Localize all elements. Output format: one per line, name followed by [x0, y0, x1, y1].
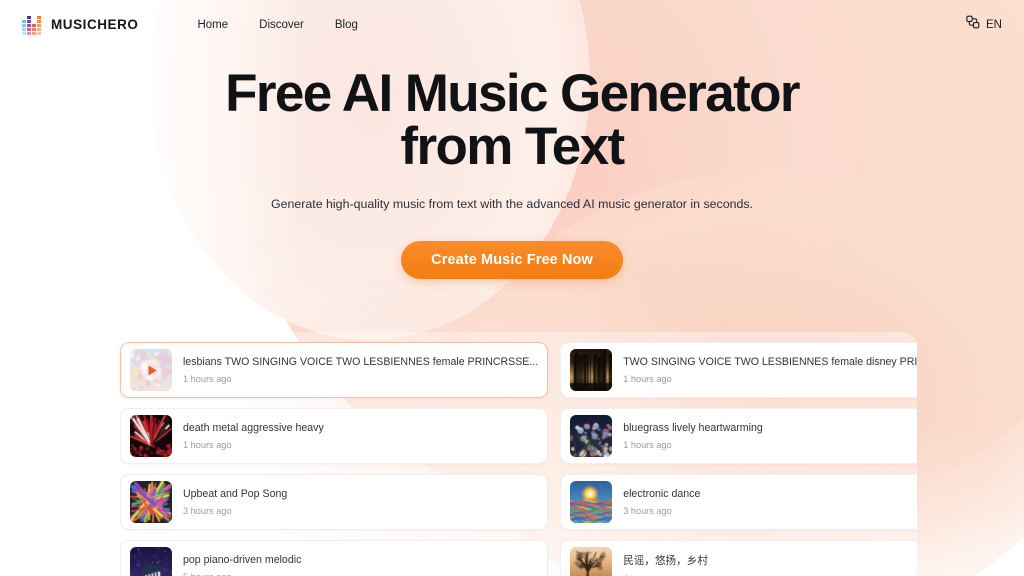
track-title: lesbians TWO SINGING VOICE TWO LESBIENNE…: [183, 356, 539, 368]
track-thumbnail[interactable]: [570, 547, 613, 576]
language-switcher[interactable]: EN: [966, 15, 1002, 34]
logo-pixel: [27, 31, 31, 35]
track-timestamp: 1 hours ago: [623, 374, 672, 384]
tracks-panel: lesbians TWO SINGING VOICE TWO LESBIENNE…: [110, 332, 917, 576]
track-card[interactable]: 民谣，悠扬，乡村6 hours ago: [560, 540, 917, 576]
track-card[interactable]: lesbians TWO SINGING VOICE TWO LESBIENNE…: [120, 342, 549, 398]
track-meta: TWO SINGING VOICE TWO LESBIENNES female …: [623, 356, 917, 384]
logo-pixel: [22, 19, 26, 23]
track-meta: bluegrass lively heartwarming 1 hours ago: [623, 422, 917, 450]
equalizer-pixel-logo-icon: [22, 15, 42, 35]
track-title: electronic dance: [623, 488, 701, 500]
track-card[interactable]: Upbeat and Pop Song 3 hours ago: [120, 474, 549, 530]
brand-name: MUSICHERO: [51, 17, 139, 32]
nav-link-home[interactable]: Home: [197, 19, 228, 31]
track-card[interactable]: TWO SINGING VOICE TWO LESBIENNES female …: [560, 342, 917, 398]
logo-pixel: [32, 20, 36, 23]
hero-subtitle: Generate high-quality music from text wi…: [270, 197, 754, 211]
track-timestamp: 1 hours ago: [183, 374, 232, 384]
track-thumbnail[interactable]: [130, 415, 172, 457]
track-timestamp: 1 hours ago: [623, 440, 672, 450]
create-music-button[interactable]: Create Music Free Now: [401, 241, 623, 279]
logo-pixel: [22, 23, 26, 27]
logo-pixel: [22, 27, 26, 31]
logo-pixel: [27, 27, 31, 31]
track-title: Upbeat and Pop Song: [183, 488, 288, 500]
logo-pixel: [37, 27, 41, 31]
track-thumbnail[interactable]: [130, 349, 172, 391]
track-title: death metal aggressive heavy: [183, 422, 324, 434]
play-triangle-icon: [148, 365, 156, 375]
play-icon[interactable]: [140, 359, 162, 381]
logo-pixel: [22, 31, 26, 35]
track-thumbnail[interactable]: [570, 415, 613, 457]
logo-pixel: [37, 15, 41, 19]
logo-pixel: [37, 23, 41, 27]
nav-link-blog[interactable]: Blog: [335, 19, 358, 31]
logo-pixel: [32, 16, 36, 19]
nav-link-discover[interactable]: Discover: [259, 19, 304, 31]
track-title: pop piano-driven melodic: [183, 554, 302, 566]
track-title: TWO SINGING VOICE TWO LESBIENNES female …: [623, 356, 917, 368]
page-title: Free AI Music Generator from Text: [225, 64, 800, 176]
track-timestamp: 3 hours ago: [623, 506, 672, 516]
track-timestamp: 3 hours ago: [183, 506, 232, 516]
logo-pixel: [27, 19, 31, 23]
logo-pixel: [32, 23, 36, 27]
language-label: EN: [986, 18, 1002, 31]
track-card[interactable]: pop piano-driven melodic 5 hours ago: [120, 540, 549, 576]
logo-pixel: [27, 15, 31, 19]
track-thumbnail[interactable]: [570, 349, 613, 391]
logo-pixel: [32, 27, 36, 31]
track-card[interactable]: bluegrass lively heartwarming 1 hours ago: [560, 408, 917, 464]
hero-section: Free AI Music Generator from Text Genera…: [0, 49, 1024, 279]
main-nav: Home Discover Blog: [197, 19, 357, 31]
track-meta: death metal aggressive heavy 1 hours ago: [183, 422, 538, 450]
track-thumbnail[interactable]: [130, 547, 172, 576]
logo-pixel: [27, 23, 31, 27]
track-card[interactable]: death metal aggressive heavy 1 hours ago: [120, 408, 549, 464]
brand-logo[interactable]: MUSICHERO: [22, 15, 139, 35]
site-header: MUSICHERO Home Discover Blog EN: [0, 0, 1024, 49]
track-meta: Upbeat and Pop Song 3 hours ago: [183, 488, 538, 516]
track-title: bluegrass lively heartwarming: [623, 422, 763, 434]
track-thumbnail[interactable]: [130, 481, 172, 523]
track-meta: pop piano-driven melodic 5 hours ago: [183, 554, 538, 576]
track-meta: lesbians TWO SINGING VOICE TWO LESBIENNE…: [183, 356, 538, 384]
track-meta: 民谣，悠扬，乡村6 hours ago: [623, 553, 917, 576]
track-timestamp: 1 hours ago: [183, 440, 232, 450]
track-thumbnail[interactable]: [570, 481, 613, 523]
tracks-grid: lesbians TWO SINGING VOICE TWO LESBIENNE…: [120, 342, 917, 576]
logo-pixel: [37, 19, 41, 23]
logo-pixel: [32, 31, 36, 35]
logo-pixel: [22, 16, 26, 19]
translate-language-icon: [966, 15, 980, 34]
track-title: 民谣，悠扬，乡村: [623, 554, 708, 567]
track-timestamp: 5 hours ago: [183, 572, 538, 576]
track-meta: electronic dance 3 hours ago: [623, 488, 917, 516]
track-card[interactable]: electronic dance 3 hours ago: [560, 474, 917, 530]
logo-pixel: [37, 31, 41, 35]
